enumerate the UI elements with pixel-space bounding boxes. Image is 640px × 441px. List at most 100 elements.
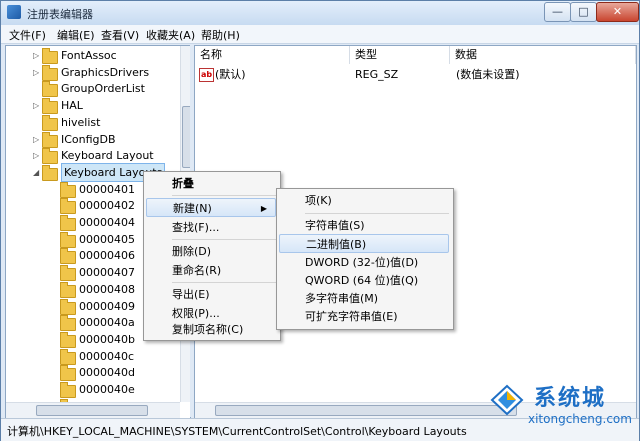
tree-item-label: GraphicsDrivers <box>61 65 150 79</box>
tree-item-label: 00000402 <box>79 199 135 213</box>
watermark-main-text: 系统城 <box>534 386 607 411</box>
tree-item[interactable]: GroupOrderList <box>6 80 180 98</box>
context-collapse[interactable]: 折叠 <box>146 174 276 193</box>
tree-item-label: 00000406 <box>79 249 135 263</box>
menu-bar: 文件(F) 编辑(E) 查看(V) 收藏夹(A) 帮助(H) <box>1 25 639 44</box>
tree-item-label: GroupOrderList <box>61 82 145 96</box>
tree-item-label: 0000040b <box>79 332 135 346</box>
context-rename[interactable]: 重命名(R) <box>146 261 276 280</box>
value-name[interactable]: (默认) <box>215 66 246 83</box>
context-new-label: 新建(N) <box>173 202 212 215</box>
new-key[interactable]: 项(K) <box>279 191 449 210</box>
context-separator <box>172 239 276 240</box>
new-submenu: 项(K) 字符串值(S) 二进制值(B) DWORD (32-位)值(D) QW… <box>276 188 454 330</box>
tree-item[interactable]: ▷ FontAssoc <box>6 47 180 64</box>
tree-item[interactable]: ▷ Keyboard Layout <box>6 147 180 165</box>
tree-item[interactable]: ▷ IConfigDB <box>6 131 180 148</box>
context-copy-key-name[interactable]: 复制项名称(C) <box>146 320 276 339</box>
tree-hscroll-thumb[interactable] <box>36 405 148 416</box>
tree-item-label: 00000405 <box>79 232 135 246</box>
context-delete[interactable]: 删除(D) <box>146 242 276 261</box>
tree-child-item[interactable]: 0000040d <box>6 364 180 382</box>
context-export[interactable]: 导出(E) <box>146 285 276 304</box>
expand-arrow-icon[interactable]: ▷ <box>33 131 41 148</box>
submenu-arrow-icon: ▶ <box>260 204 267 213</box>
tree-item-label: HAL <box>61 99 83 113</box>
folder-icon <box>42 148 58 165</box>
title-bar[interactable]: 注册表编辑器 — □ ✕ <box>1 1 639 25</box>
column-name-header[interactable]: 名称 <box>195 46 350 64</box>
tree-item-label: IConfigDB <box>61 132 116 146</box>
folder-icon <box>60 181 76 198</box>
folder-icon <box>60 315 76 332</box>
value-data: (数值未设置) <box>456 68 520 81</box>
folder-icon <box>60 331 76 348</box>
folder-icon <box>60 231 76 248</box>
status-path: 计算机\HKEY_LOCAL_MACHINE\SYSTEM\CurrentCon… <box>7 425 467 438</box>
expand-arrow-icon[interactable]: ▷ <box>33 47 41 64</box>
folder-icon <box>42 64 58 81</box>
tree-item-label: Keyboard Layout <box>61 149 154 163</box>
tree-item[interactable]: ▷ HAL <box>6 97 180 115</box>
tree-item-label: 00000408 <box>79 282 135 296</box>
new-expandable-string-value[interactable]: 可扩充字符串值(E) <box>279 307 449 326</box>
menu-file[interactable]: 文件(F) <box>9 27 46 43</box>
maximize-button[interactable]: □ <box>570 2 597 22</box>
context-find[interactable]: 查找(F)... <box>146 218 276 237</box>
submenu-separator <box>305 213 449 214</box>
column-data-header[interactable]: 数据 <box>450 46 636 64</box>
new-dword-value[interactable]: DWORD (32-位)值(D) <box>279 253 449 272</box>
tree-item-label: 0000040a <box>79 316 135 330</box>
new-binary-value[interactable]: 二进制值(B) <box>279 234 449 253</box>
expand-arrow-icon[interactable]: ◢ <box>33 164 41 181</box>
tree-item[interactable]: ▷ GraphicsDrivers <box>6 64 180 81</box>
menu-view[interactable]: 查看(V) <box>101 27 139 43</box>
expand-arrow-icon[interactable]: ▷ <box>33 147 41 164</box>
list-hscroll-thumb[interactable] <box>215 405 517 416</box>
tree-child-item[interactable]: 0000040c <box>6 348 180 365</box>
minimize-button[interactable]: — <box>544 2 571 22</box>
tree-item-label: 00000404 <box>79 216 135 229</box>
folder-icon <box>42 114 58 131</box>
context-menu: 折叠 新建(N) ▶ 查找(F)... 删除(D) 重命名(R) 导出(E) 权… <box>143 171 281 341</box>
menu-edit[interactable]: 编辑(E) <box>57 27 95 43</box>
folder-icon <box>60 365 76 382</box>
menu-favorites[interactable]: 收藏夹(A) <box>146 27 195 43</box>
string-value-icon: ab <box>199 68 214 82</box>
folder-icon <box>42 81 58 98</box>
folder-icon <box>60 265 76 282</box>
context-separator <box>172 282 276 283</box>
folder-icon <box>42 164 58 181</box>
tree-item-label: 0000040e <box>79 383 135 396</box>
new-multi-string-value[interactable]: 多字符串值(M) <box>279 289 449 308</box>
tree-item-label: hivelist <box>61 115 101 129</box>
folder-icon <box>60 281 76 298</box>
watermark-logo-icon <box>490 384 524 416</box>
tree-item-label: 0000040d <box>79 366 135 380</box>
new-string-value[interactable]: 字符串值(S) <box>279 216 449 235</box>
folder-icon <box>60 198 76 215</box>
folder-icon <box>42 48 58 64</box>
folder-icon <box>60 348 76 365</box>
window-title: 注册表编辑器 <box>27 8 93 21</box>
column-type-header[interactable]: 类型 <box>350 46 450 64</box>
folder-icon <box>60 298 76 315</box>
close-button[interactable]: ✕ <box>596 2 639 22</box>
new-qword-value[interactable]: QWORD (64 位)值(Q) <box>279 271 449 290</box>
folder-icon <box>60 382 76 398</box>
folder-icon <box>42 98 58 115</box>
expand-arrow-icon[interactable]: ▷ <box>33 64 41 81</box>
tree-item-label: 00000409 <box>79 299 135 313</box>
context-new[interactable]: 新建(N) ▶ <box>146 198 276 217</box>
tree-horizontal-scrollbar[interactable] <box>6 402 180 418</box>
tree-item-label: FontAssoc <box>61 49 117 62</box>
watermark-sub-text: xitongcheng.com <box>528 412 632 426</box>
expand-arrow-icon[interactable]: ▷ <box>33 97 41 114</box>
tree-child-item[interactable]: 0000040e <box>6 381 180 398</box>
context-separator <box>172 195 276 196</box>
regedit-app-icon <box>7 5 21 19</box>
tree-item[interactable]: hivelist <box>6 114 180 131</box>
folder-icon <box>42 131 58 148</box>
menu-help[interactable]: 帮助(H) <box>201 27 240 43</box>
tree-item-label: 0000040c <box>79 349 135 363</box>
